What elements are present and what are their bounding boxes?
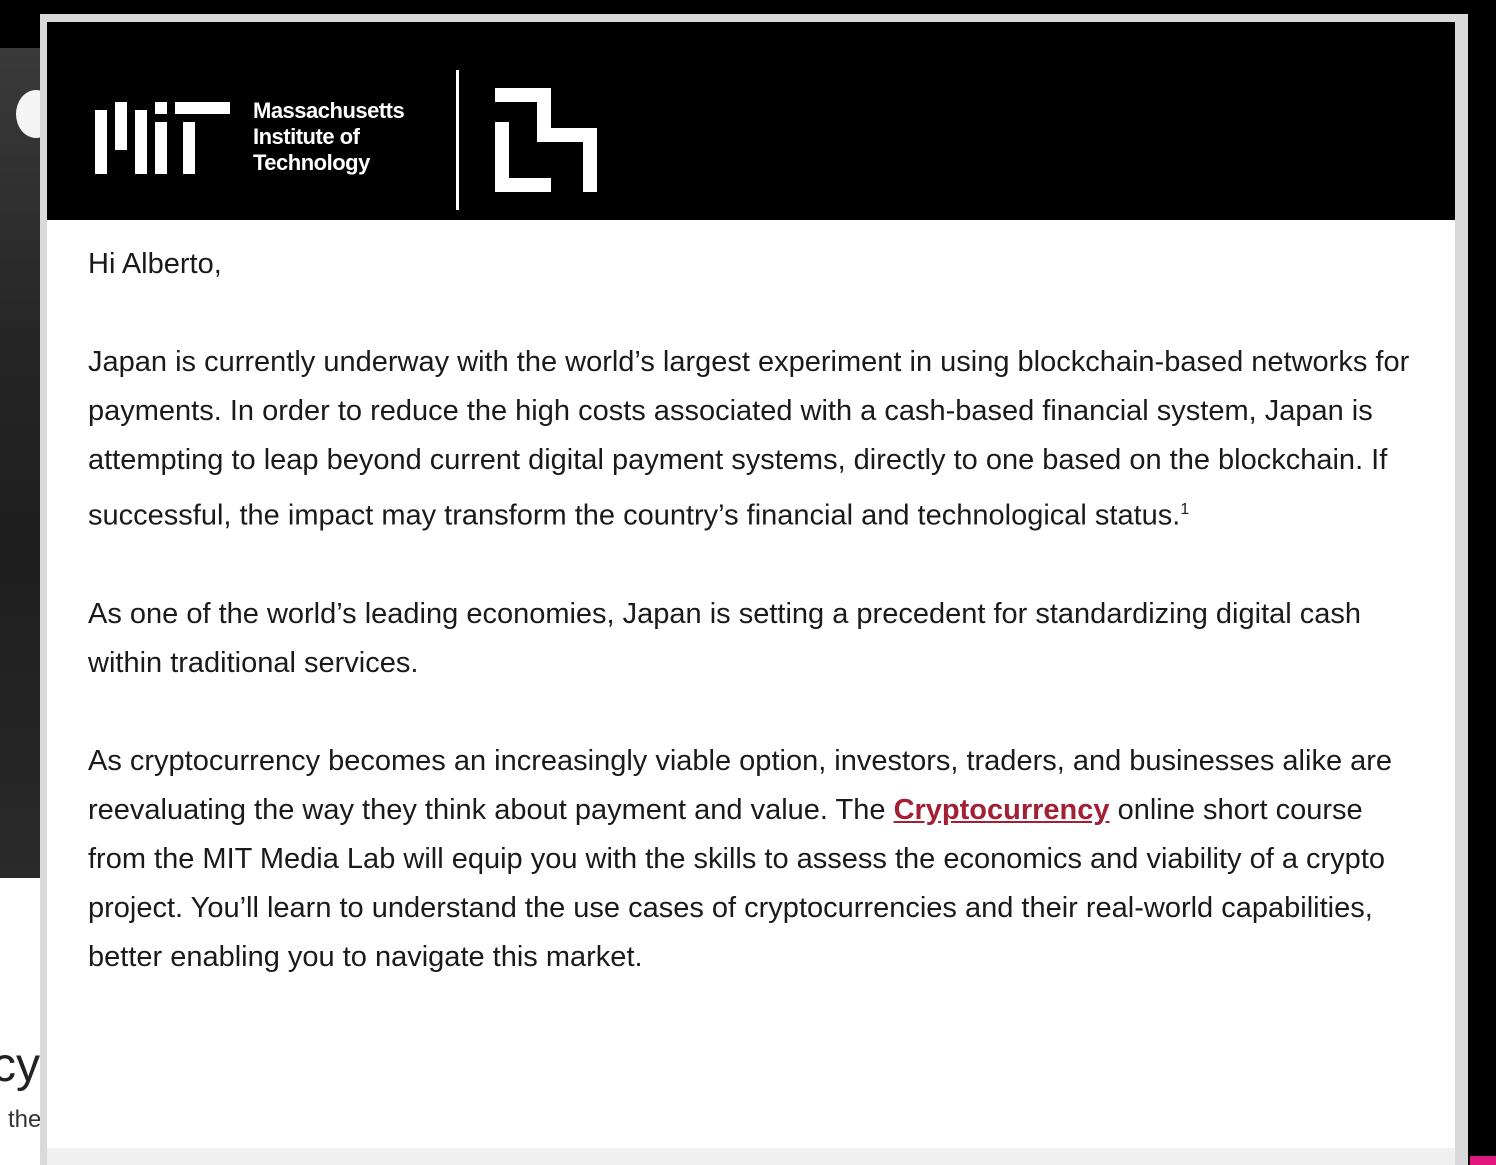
media-lab-logo-icon[interactable] [493, 88, 599, 192]
wordmark-line: Massachusetts [253, 98, 405, 123]
cryptocurrency-course-link[interactable]: Cryptocurrency [894, 794, 1110, 826]
mit-wordmark: Massachusetts Institute of Technology [253, 98, 405, 176]
email-body: Massachusetts Institute of Technology Hi… [47, 22, 1455, 1165]
right-edge [1470, 0, 1496, 1165]
email-frame: Massachusetts Institute of Technology Hi… [40, 14, 1468, 1165]
background-heading-fragment: cy [0, 1039, 40, 1092]
background-image [0, 48, 42, 878]
email-header-banner: Massachusetts Institute of Technology [47, 22, 1455, 220]
mit-logo-icon[interactable] [95, 102, 230, 174]
email-message: Hi Alberto, Japan is currently underway … [88, 240, 1418, 1031]
accent-bar [1470, 1156, 1496, 1165]
paragraph-intro-text: Japan is currently underway with the wor… [88, 346, 1410, 532]
wordmark-line: Technology [253, 150, 370, 175]
background-text-fragment: the [8, 1106, 42, 1133]
greeting: Hi Alberto, [88, 248, 222, 280]
paragraph-intro: Japan is currently underway with the wor… [88, 338, 1418, 541]
email-footer-divider [47, 1148, 1455, 1165]
logo-divider [456, 70, 459, 210]
wordmark-line: Institute of [253, 124, 360, 149]
paragraph-course: As cryptocurrency becomes an increasingl… [88, 737, 1418, 982]
paragraph-economy: As one of the world’s leading economies,… [88, 597, 1362, 679]
footnote-marker: 1 [1180, 501, 1190, 518]
